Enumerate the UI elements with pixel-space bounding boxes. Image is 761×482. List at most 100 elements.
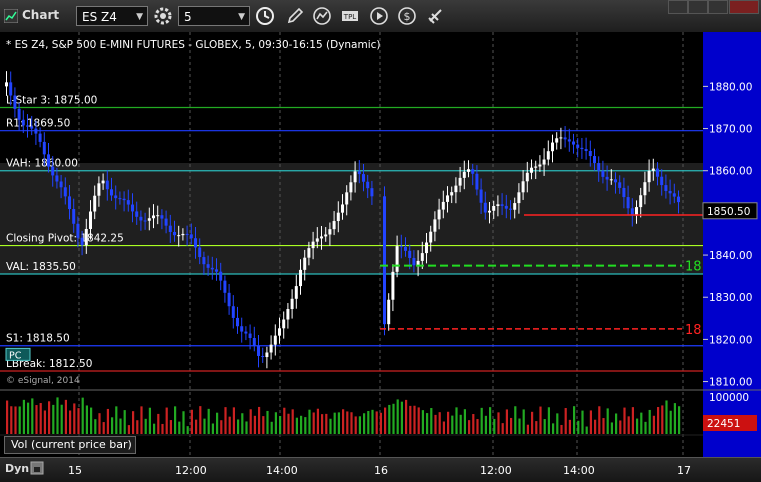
volume-bar	[627, 416, 630, 434]
symbol-input[interactable]: ES Z4 ▼	[76, 6, 148, 26]
volume-bar	[283, 407, 286, 434]
candle-body	[651, 168, 655, 171]
volume-bar	[547, 407, 550, 434]
maximize-button[interactable]	[708, 0, 728, 14]
candle-body	[517, 192, 521, 204]
volume-study-label[interactable]: Vol (current price bar)	[4, 436, 136, 454]
volume-bar	[619, 420, 622, 434]
candle-body	[269, 344, 273, 353]
volume-bar	[111, 417, 114, 434]
candle-body	[504, 205, 508, 209]
candle-body	[173, 231, 176, 236]
candle-body	[294, 286, 298, 299]
candle-body	[593, 156, 596, 164]
volume-bar	[384, 407, 387, 434]
volume-bar	[480, 407, 483, 434]
pencil-draw-icon[interactable]	[284, 5, 306, 27]
candle-body	[563, 137, 567, 140]
candle-body	[84, 228, 88, 246]
play-icon[interactable]	[368, 5, 390, 27]
link-icon[interactable]	[425, 5, 447, 27]
candle-body	[30, 126, 34, 129]
volume-bar	[673, 403, 676, 434]
volume-bar	[400, 401, 403, 434]
candle-body	[135, 211, 139, 217]
minimize-button[interactable]	[668, 0, 688, 14]
candle-body	[370, 188, 374, 197]
candle-body	[542, 159, 546, 165]
candle-body	[332, 221, 336, 230]
candle-body	[34, 128, 38, 134]
candle-body	[181, 233, 185, 236]
volume-bar	[602, 418, 605, 434]
volume-bar	[577, 420, 580, 434]
candle-body	[450, 192, 454, 196]
volume-bar	[258, 406, 261, 434]
volume-bar	[60, 404, 63, 434]
level-label: VAH: 1860.00	[6, 158, 78, 170]
volume-bar	[220, 420, 223, 434]
candle-body	[160, 215, 164, 219]
candle-body	[555, 138, 559, 143]
volume-bar	[157, 413, 160, 434]
volume-bar	[489, 407, 492, 434]
volume-bar	[325, 413, 328, 434]
time-tick-label: 16	[374, 464, 388, 477]
chevron-down-icon[interactable]: ▼	[136, 7, 143, 27]
volume-bar	[94, 419, 97, 434]
restore-button[interactable]	[688, 0, 708, 14]
chevron-down-icon[interactable]: ▼	[238, 7, 245, 27]
volume-bar	[316, 408, 319, 434]
volume-bar	[106, 408, 109, 434]
toolbar: Chart ES Z4 ▼ 5 ▼ TPL $	[0, 0, 761, 33]
price-chart[interactable]: L-Star 3: 1875.00 R1: 1869.50 VAH: 1860.00…	[0, 32, 761, 457]
candle-body	[677, 196, 680, 203]
candle-body	[509, 208, 512, 210]
time-tick-label: 17	[677, 464, 691, 477]
volume-bar	[510, 417, 513, 434]
candle-body	[530, 167, 533, 173]
candle-body	[147, 218, 151, 221]
dollar-icon[interactable]: $	[396, 5, 418, 27]
candle-body	[286, 309, 290, 320]
candle-body	[219, 271, 223, 281]
price-tick-label: 1830.00	[709, 292, 752, 304]
volume-bar	[434, 414, 437, 434]
close-button[interactable]	[729, 0, 759, 14]
template-icon[interactable]: TPL	[339, 5, 361, 27]
candle-body	[261, 355, 265, 358]
volume-bar	[304, 417, 307, 434]
candle-body	[122, 198, 126, 201]
volume-bar	[346, 411, 349, 434]
volume-bar	[312, 412, 315, 434]
candle-body	[500, 204, 504, 206]
volume-bar	[69, 410, 72, 434]
settings-gear-icon[interactable]	[152, 5, 174, 27]
candle-body	[336, 212, 340, 222]
interval-input[interactable]: 5 ▼	[178, 6, 250, 26]
study-icon[interactable]	[311, 5, 333, 27]
pc-badge[interactable]: PC	[9, 350, 22, 361]
candle-body	[51, 166, 55, 176]
candle-body	[206, 264, 210, 268]
candle-body	[345, 192, 349, 205]
volume-bar	[631, 407, 634, 434]
volume-bar	[140, 406, 143, 434]
volume-bar	[77, 408, 80, 434]
candle-body	[89, 211, 92, 229]
copyright-label: © eSignal, 2014	[6, 376, 80, 386]
volume-bar	[568, 419, 571, 434]
volume-bar	[31, 398, 34, 434]
volume-bar	[6, 400, 9, 434]
volume-bar	[132, 411, 135, 434]
candle-body	[647, 170, 651, 183]
volume-bar	[295, 417, 298, 434]
clock-icon[interactable]	[254, 5, 276, 27]
volume-bar	[363, 413, 366, 434]
candle-body	[114, 195, 118, 199]
candle-body	[131, 204, 134, 212]
candle-body	[362, 174, 365, 182]
candle-body	[185, 233, 189, 235]
candle-body	[55, 175, 59, 182]
candle-body	[9, 82, 13, 96]
